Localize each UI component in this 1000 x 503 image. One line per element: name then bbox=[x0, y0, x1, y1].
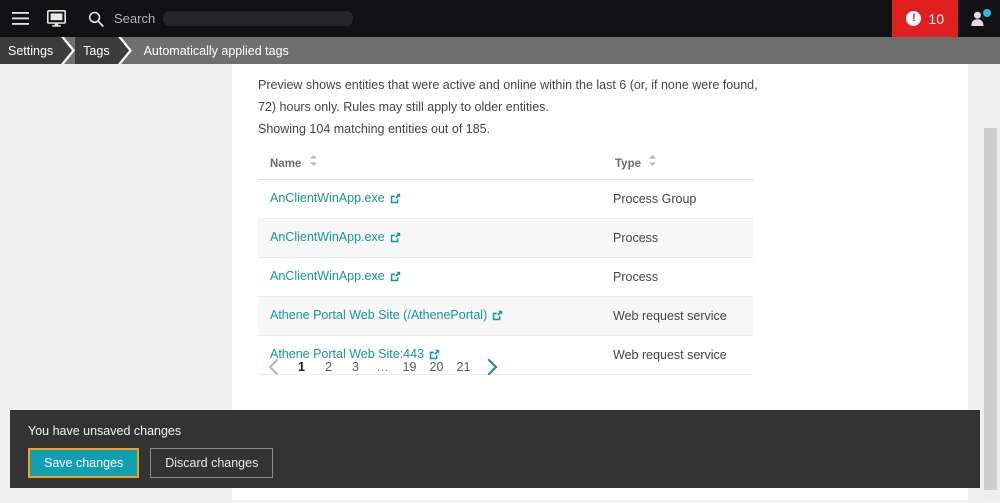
breadcrumb-item-tags[interactable]: Tags bbox=[75, 37, 119, 64]
external-link-icon[interactable] bbox=[390, 193, 401, 207]
topbar-right-group: ! 10 bbox=[892, 0, 1000, 37]
column-label: Name bbox=[270, 158, 302, 170]
cell-type: Process bbox=[603, 257, 753, 297]
breadcrumb-label: Automatically applied tags bbox=[143, 43, 289, 58]
external-link-icon[interactable] bbox=[390, 232, 401, 246]
chevron-right-icon[interactable] bbox=[477, 359, 507, 375]
breadcrumb-item-settings[interactable]: Settings bbox=[0, 37, 63, 64]
entity-link[interactable]: Athene Portal Web Site (/AthenePortal) bbox=[270, 308, 487, 322]
pagination-page-3[interactable]: 3 bbox=[342, 357, 369, 377]
entities-table: Name Type AnClientWinApp.exe Process Gro… bbox=[258, 147, 753, 375]
top-navigation-bar: Search ! 10 bbox=[0, 0, 1000, 37]
search-icon[interactable] bbox=[78, 0, 114, 37]
external-link-icon[interactable] bbox=[390, 271, 401, 285]
breadcrumb-label: Settings bbox=[8, 43, 54, 58]
table-row: AnClientWinApp.exe Process Group bbox=[258, 179, 753, 219]
external-link-icon[interactable] bbox=[492, 310, 503, 324]
cell-type: Process bbox=[603, 218, 753, 258]
entity-link[interactable]: AnClientWinApp.exe bbox=[270, 191, 385, 205]
table-row: AnClientWinApp.exe Process bbox=[258, 257, 753, 297]
table-header: Name Type bbox=[258, 147, 753, 180]
unsaved-changes-actions: Save changes Discard changes bbox=[28, 448, 274, 478]
chevron-left-icon[interactable] bbox=[258, 359, 288, 375]
breadcrumb-label: Tags bbox=[83, 43, 110, 58]
search-input[interactable] bbox=[163, 11, 354, 26]
entity-link[interactable]: AnClientWinApp.exe bbox=[270, 230, 385, 244]
column-label: Type bbox=[615, 158, 641, 170]
cell-name: AnClientWinApp.exe bbox=[258, 218, 603, 258]
entity-link[interactable]: AnClientWinApp.exe bbox=[270, 269, 385, 283]
cell-name: AnClientWinApp.exe bbox=[258, 179, 603, 219]
search-area: Search bbox=[78, 0, 892, 37]
exclamation-icon: ! bbox=[906, 11, 922, 26]
cell-name: AnClientWinApp.exe bbox=[258, 257, 603, 297]
pagination-page-2[interactable]: 2 bbox=[315, 357, 342, 377]
preview-notice: Preview shows entities that were active … bbox=[258, 74, 768, 140]
alert-badge[interactable]: ! 10 bbox=[892, 0, 958, 37]
pagination: 1 2 3 … 19 20 21 bbox=[258, 357, 507, 377]
cell-type: Web request service bbox=[603, 296, 753, 336]
cell-name: Athene Portal Web Site (/AthenePortal) bbox=[258, 296, 603, 336]
pagination-page-20[interactable]: 20 bbox=[423, 357, 450, 377]
unsaved-changes-message: You have unsaved changes bbox=[28, 424, 182, 438]
cell-type: Web request service bbox=[603, 335, 753, 375]
user-menu-button[interactable] bbox=[958, 0, 1000, 37]
cell-type: Process Group bbox=[603, 179, 753, 219]
pagination-page-19[interactable]: 19 bbox=[396, 357, 423, 377]
app-window: Search ! 10 Settings Tags Automatically … bbox=[0, 0, 1000, 503]
user-status-dot bbox=[983, 9, 991, 17]
discard-changes-button[interactable]: Discard changes bbox=[150, 448, 274, 478]
unsaved-changes-bar: You have unsaved changes Save changes Di… bbox=[10, 410, 980, 488]
notice-line-2: 72) hours only. Rules may still apply to… bbox=[258, 100, 549, 114]
column-header-name[interactable]: Name bbox=[258, 147, 603, 180]
scrollbar-thumb[interactable] bbox=[984, 128, 997, 490]
hamburger-icon[interactable] bbox=[2, 0, 38, 37]
breadcrumb-separator-icon bbox=[117, 37, 132, 64]
search-label: Search bbox=[114, 11, 156, 26]
table-body: AnClientWinApp.exe Process Group AnClien… bbox=[258, 179, 753, 375]
alert-count: 10 bbox=[928, 10, 944, 27]
vertical-scrollbar[interactable] bbox=[982, 128, 1000, 503]
pagination-ellipsis: … bbox=[376, 360, 389, 374]
table-header-row: Name Type bbox=[258, 147, 753, 180]
breadcrumb: Settings Tags Automatically applied tags bbox=[0, 37, 1000, 64]
save-changes-button[interactable]: Save changes bbox=[28, 448, 140, 478]
breadcrumb-separator-icon bbox=[61, 37, 76, 64]
sort-updown-icon bbox=[309, 155, 317, 169]
notice-line-3: Showing 104 matching entities out of 185… bbox=[258, 122, 491, 136]
pagination-page-21[interactable]: 21 bbox=[450, 357, 477, 377]
table-row: AnClientWinApp.exe Process bbox=[258, 218, 753, 258]
sort-updown-icon bbox=[649, 155, 657, 169]
breadcrumb-item-current: Automatically applied tags bbox=[132, 37, 298, 64]
pagination-page-1[interactable]: 1 bbox=[288, 357, 315, 377]
notice-line-1: Preview shows entities that were active … bbox=[258, 78, 758, 92]
table-row: Athene Portal Web Site (/AthenePortal) W… bbox=[258, 296, 753, 336]
column-header-type[interactable]: Type bbox=[603, 147, 753, 180]
monitor-icon[interactable] bbox=[38, 0, 74, 37]
